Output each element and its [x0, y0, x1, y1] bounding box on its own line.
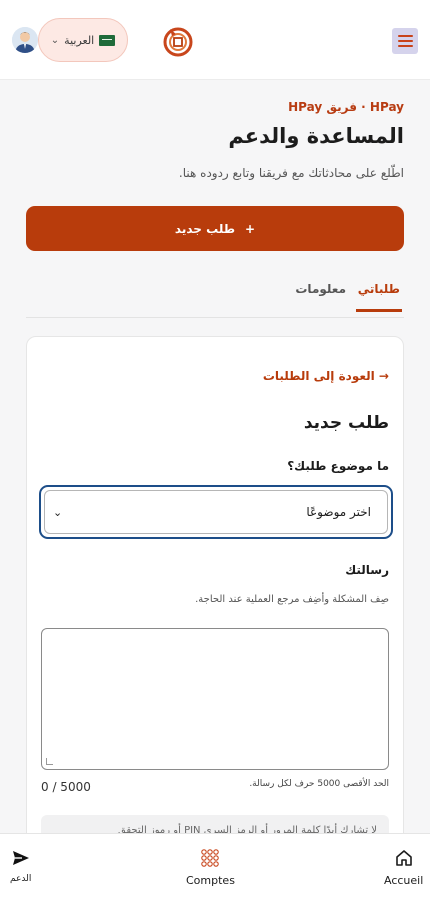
saudi-flag-icon	[99, 34, 116, 46]
nav-support-label: الدعم	[10, 874, 32, 884]
message-help: صِف المشكلة وأضِف مرجع العملية عند الحاج…	[195, 594, 389, 605]
topic-label: ما موضوع طلبك؟	[287, 459, 389, 473]
topic-selected-value: اختر موضوعًا	[306, 505, 371, 519]
page-subtitle: اطّلع على محادثاتك مع فريقنا وتابع ردوده…	[178, 166, 404, 180]
nav-item-support[interactable]: الدعم	[10, 848, 31, 884]
tabs: طلباتي معلومات	[26, 270, 404, 318]
message-textarea[interactable]	[41, 628, 389, 770]
new-request-card: → العودة إلى الطلبات طلب جديد ما موضوع ط…	[26, 336, 404, 857]
plus-icon: +	[245, 221, 256, 236]
form-title: طلب جديد	[303, 413, 389, 433]
new-request-button[interactable]: + طلب جديد	[26, 206, 404, 251]
nav-item-accounts[interactable]: Comptes	[186, 848, 235, 887]
topic-select[interactable]: اختر موضوعًا ⌄	[39, 485, 393, 539]
hpay-logo[interactable]	[162, 25, 194, 57]
nav-home-label: Accueil	[384, 874, 424, 887]
tab-my-requests[interactable]: طلباتي	[355, 282, 402, 312]
chevron-down-icon: ⌄	[53, 505, 63, 519]
send-icon	[12, 851, 29, 865]
nav-item-home[interactable]: Accueil	[384, 848, 423, 887]
message-label: رسالتك	[345, 563, 389, 577]
nav-accounts-label: Comptes	[186, 874, 235, 887]
topic-select-inner[interactable]: اختر موضوعًا ⌄	[44, 490, 388, 534]
back-to-requests-link[interactable]: → العودة إلى الطلبات	[263, 369, 389, 383]
language-label: العربية	[64, 33, 95, 47]
breadcrumb: HPay · فريق HPay	[288, 100, 404, 114]
chevron-down-icon: ⌄	[50, 34, 60, 46]
character-limit-note: الحد الأقصى 5000 حرف لكل رسالة.	[249, 779, 389, 789]
avatar[interactable]	[12, 27, 38, 53]
grid-dots-icon	[201, 849, 220, 867]
language-selector[interactable]: العربية ⌄	[38, 18, 128, 62]
new-request-label: طلب جديد	[174, 221, 236, 236]
character-counter: 0 / 5000	[41, 780, 91, 794]
bottom-navigation: Accueil Comptes الدعم	[0, 833, 430, 900]
home-icon	[395, 850, 412, 866]
page-title: المساعدة والدعم	[228, 124, 404, 148]
top-bar: العربية ⌄	[0, 0, 430, 80]
hamburger-menu-icon[interactable]	[392, 28, 418, 54]
tab-information[interactable]: معلومات	[295, 282, 346, 309]
